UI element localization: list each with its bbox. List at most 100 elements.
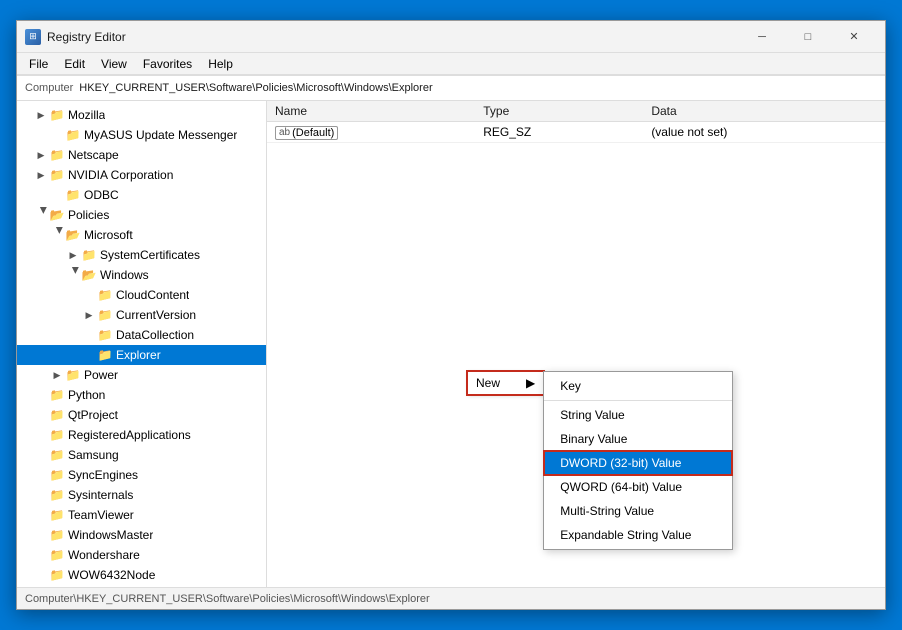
folder-icon: 📂 [49,207,65,223]
submenu-string-value[interactable]: String Value [544,403,732,427]
sidebar-item-qtproject[interactable]: ▶ 📁 QtProject [17,405,266,425]
value-name: ab (Default) [267,122,475,143]
menu-separator [544,400,732,401]
expand-icon: ▶ [33,107,49,123]
folder-icon: 📁 [49,147,65,163]
window-controls: ─ □ ✕ [739,21,877,53]
submenu-expandable-value[interactable]: Expandable String Value [544,523,732,547]
expand-icon: ▶ [49,227,65,243]
app-icon: ⊞ [25,29,41,45]
status-text: Computer\HKEY_CURRENT_USER\Software\Poli… [25,593,430,605]
folder-icon: 📁 [49,167,65,183]
registry-editor-window: ⊞ Registry Editor ─ □ ✕ File Edit View F… [16,20,886,610]
maximize-button[interactable]: □ [785,21,831,53]
folder-icon: 📁 [49,527,65,543]
column-name: Name [267,101,475,122]
menu-view[interactable]: View [93,55,135,73]
sidebar-item-systemcerts[interactable]: ▶ 📁 SystemCertificates [17,245,266,265]
close-button[interactable]: ✕ [831,21,877,53]
menu-file[interactable]: File [21,55,56,73]
folder-icon: 📁 [49,447,65,463]
folder-icon: 📁 [81,247,97,263]
registry-table: Name Type Data ab (Default) REG_SZ [267,101,885,143]
sidebar-item-wow6432[interactable]: ▶ 📁 WOW6432Node [17,565,266,585]
folder-icon: 📁 [97,327,113,343]
folder-icon: 📁 [65,127,81,143]
status-bar: Computer\HKEY_CURRENT_USER\Software\Poli… [17,587,885,609]
sidebar-item-nvidia[interactable]: ▶ 📁 NVIDIA Corporation [17,165,266,185]
folder-icon: 📂 [81,267,97,283]
menu-edit[interactable]: Edit [56,55,93,73]
menu-bar: File Edit View Favorites Help [17,53,885,75]
column-data: Data [643,101,885,122]
minimize-button[interactable]: ─ [739,21,785,53]
menu-favorites[interactable]: Favorites [135,55,200,73]
folder-icon: 📁 [65,187,81,203]
folder-icon: 📂 [65,227,81,243]
submenu-key[interactable]: Key [544,374,732,398]
sidebar-item-microsoft[interactable]: ▶ 📂 Microsoft [17,225,266,245]
new-label: New [476,376,500,390]
folder-icon: 📁 [49,467,65,483]
expand-icon: ▶ [81,307,97,323]
sidebar-item-odbc[interactable]: ▶ 📁 ODBC [17,185,266,205]
folder-icon: 📁 [49,387,65,403]
folder-icon: 📁 [49,507,65,523]
expand-icon: ▶ [65,267,81,283]
sidebar-item-netscape[interactable]: ▶ 📁 Netscape [17,145,266,165]
address-path: HKEY_CURRENT_USER\Software\Policies\Micr… [79,82,432,94]
sidebar-tree: ▶ 📁 Mozilla ▶ 📁 MyASUS Update Messenger … [17,101,267,587]
address-bar: Computer HKEY_CURRENT_USER\Software\Poli… [17,75,885,101]
submenu-binary-value[interactable]: Binary Value [544,427,732,451]
folder-icon: 📁 [97,287,113,303]
menu-help[interactable]: Help [200,55,241,73]
folder-icon: 📁 [49,427,65,443]
folder-icon: 📁 [49,567,65,583]
sidebar-item-python[interactable]: ▶ 📁 Python [17,385,266,405]
new-submenu: Key String Value Binary Value DWORD (32-… [543,371,733,550]
window-title: Registry Editor [47,30,739,44]
folder-icon: 📁 [49,487,65,503]
sidebar-item-sysinternals[interactable]: ▶ 📁 Sysinternals [17,485,266,505]
folder-icon: 📁 [97,347,113,363]
arrow-icon: ▶ [506,376,535,390]
address-label: Computer [25,82,73,94]
sidebar-item-power[interactable]: ▶ 📁 Power [17,365,266,385]
table-row[interactable]: ab (Default) REG_SZ (value not set) [267,122,885,143]
sidebar-item-explorer[interactable]: ▶ 📁 Explorer [17,345,266,365]
registry-values-panel: Name Type Data ab (Default) REG_SZ [267,101,885,587]
sidebar-item-currentversion[interactable]: ▶ 📁 CurrentVersion [17,305,266,325]
value-data: (value not set) [643,122,885,143]
column-type: Type [475,101,643,122]
title-bar: ⊞ Registry Editor ─ □ ✕ [17,21,885,53]
sidebar-item-myasus[interactable]: ▶ 📁 MyASUS Update Messenger [17,125,266,145]
sidebar-item-wondershare[interactable]: ▶ 📁 Wondershare [17,545,266,565]
sidebar-item-windows[interactable]: ▶ 📂 Windows [17,265,266,285]
sidebar-item-windowsmaster[interactable]: ▶ 📁 WindowsMaster [17,525,266,545]
expand-icon: ▶ [65,247,81,263]
submenu-qword-value[interactable]: QWORD (64-bit) Value [544,475,732,499]
submenu-multistring-value[interactable]: Multi-String Value [544,499,732,523]
expand-icon: ▶ [33,167,49,183]
folder-icon: 📁 [97,307,113,323]
sidebar-item-regapps[interactable]: ▶ 📁 RegisteredApplications [17,425,266,445]
folder-icon: 📁 [49,547,65,563]
submenu-dword-value[interactable]: DWORD (32-bit) Value [544,451,732,475]
sidebar-item-datacollection[interactable]: ▶ 📁 DataCollection [17,325,266,345]
folder-icon: 📁 [49,407,65,423]
folder-icon: 📁 [65,367,81,383]
new-menu-item[interactable]: New ▶ [467,371,544,395]
expand-icon: ▶ [33,147,49,163]
expand-icon: ▶ [33,207,49,223]
sidebar-item-samsung[interactable]: ▶ 📁 Samsung [17,445,266,465]
folder-icon: 📁 [49,107,65,123]
expand-icon: ▶ [49,367,65,383]
sidebar-item-teamviewer[interactable]: ▶ 📁 TeamViewer [17,505,266,525]
sidebar-item-mozilla[interactable]: ▶ 📁 Mozilla [17,105,266,125]
sidebar-item-cloudcontent[interactable]: ▶ 📁 CloudContent [17,285,266,305]
sidebar-item-syncengines[interactable]: ▶ 📁 SyncEngines [17,465,266,485]
value-type: REG_SZ [475,122,643,143]
sidebar-item-policies[interactable]: ▶ 📂 Policies [17,205,266,225]
default-badge: ab (Default) [275,126,338,140]
main-content: ▶ 📁 Mozilla ▶ 📁 MyASUS Update Messenger … [17,101,885,587]
